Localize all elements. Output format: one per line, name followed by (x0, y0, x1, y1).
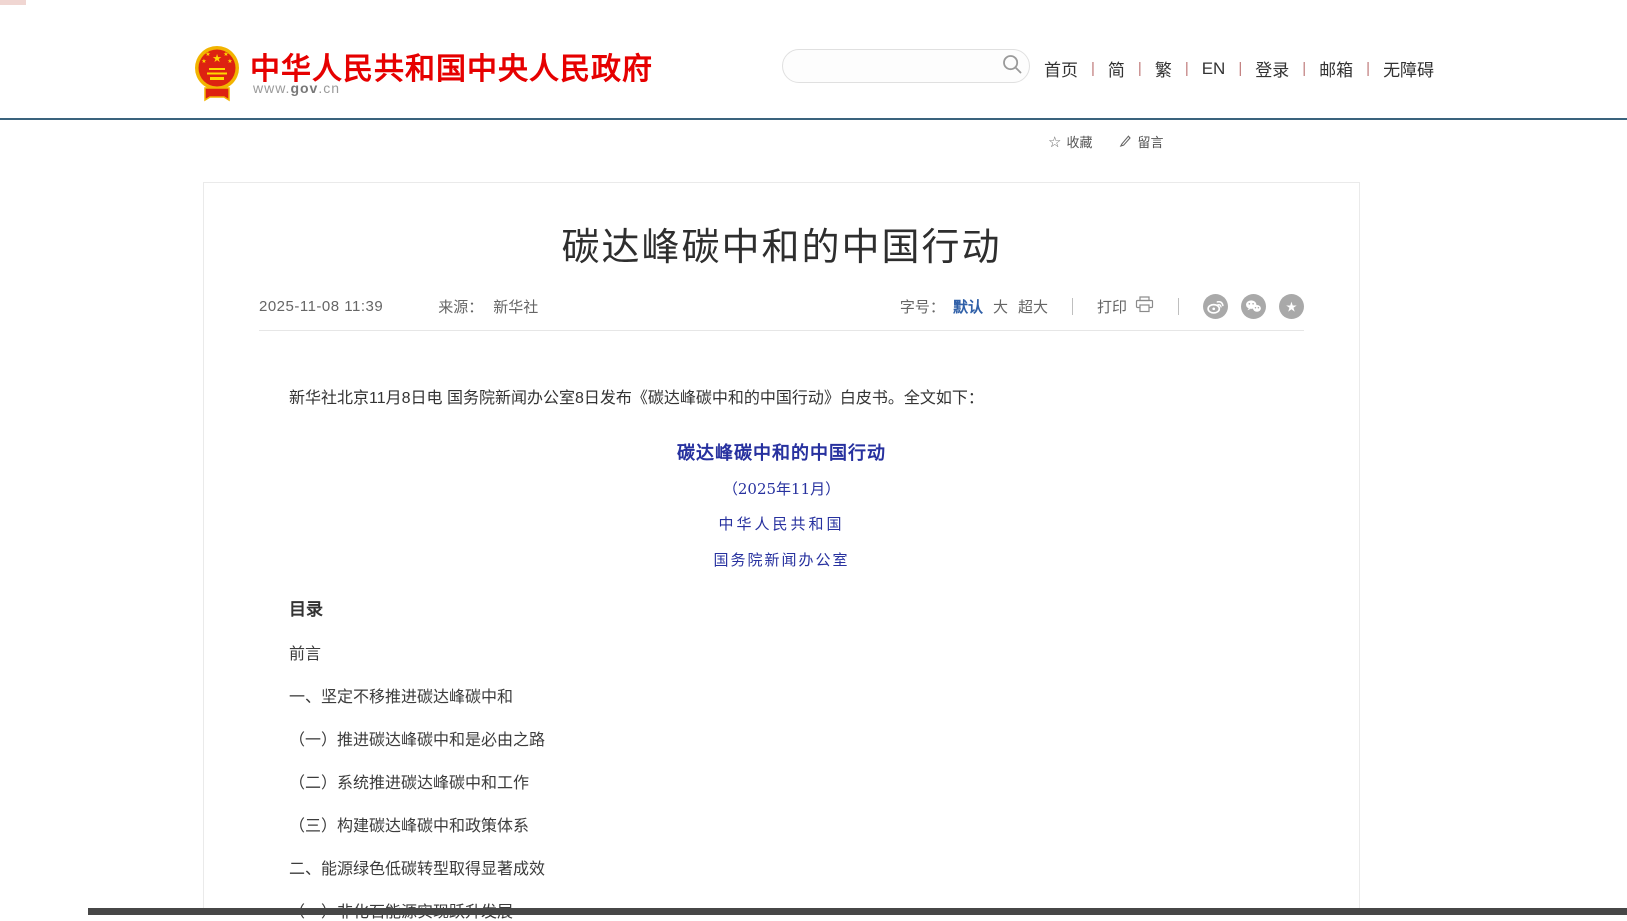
meta-separator (1072, 298, 1073, 315)
search-icon (1002, 54, 1023, 78)
nav-separator: | (1091, 60, 1095, 77)
doc-title: 碳达峰碳中和的中国行动 (259, 439, 1304, 465)
header-divider-line (0, 118, 1627, 120)
article-meta-row: 2025-11-08 11:39 来源： 新华社 字号： 默认 大 超大 打印 (259, 283, 1304, 331)
svg-text:★: ★ (205, 51, 210, 58)
site-url-domain: gov (290, 80, 318, 96)
national-emblem-logo: ★ ★ ★ ★ ★ (193, 42, 241, 104)
star-outline-icon: ☆ (1048, 133, 1061, 151)
toc-item: （二）系统推进碳达峰碳中和工作 (289, 776, 1274, 792)
doc-date: （2025年11月） (259, 478, 1304, 499)
print-button[interactable]: 打印 (1097, 296, 1154, 317)
favorite-label: 收藏 (1066, 132, 1092, 151)
toc-item: （一）推进碳达峰碳中和是必由之路 (289, 733, 1274, 749)
svg-text:★: ★ (201, 58, 206, 65)
svg-text:★: ★ (227, 58, 232, 65)
meta-separator (1178, 298, 1179, 315)
article-card: 碳达峰碳中和的中国行动 2025-11-08 11:39 来源： 新华社 字号：… (203, 182, 1360, 915)
site-url: www.gov.cn (253, 80, 340, 96)
toc-item: 前言 (289, 647, 1274, 663)
page-tools: ☆ 收藏 留言 (1048, 132, 1163, 151)
printer-icon (1135, 296, 1154, 317)
print-label: 打印 (1097, 296, 1127, 317)
nav-login[interactable]: 登录 (1242, 56, 1302, 81)
nav-traditional[interactable]: 繁 (1142, 56, 1185, 81)
bottom-section-edge (88, 908, 1627, 915)
search-box[interactable] (782, 49, 1030, 83)
search-button[interactable] (995, 49, 1029, 83)
svg-text:★: ★ (212, 53, 222, 65)
lead-paragraph: 新华社北京11月8日电 国务院新闻办公室8日发布《碳达峰碳中和的中国行动》白皮书… (289, 387, 1274, 411)
nav-mail[interactable]: 邮箱 (1306, 56, 1366, 81)
site-header: ★ ★ ★ ★ ★ 中华人民共和国中央人民政府 www.gov.cn 首页 | … (0, 0, 1627, 118)
meta-left: 2025-11-08 11:39 来源： 新华社 (259, 296, 538, 317)
article-title: 碳达峰碳中和的中国行动 (204, 216, 1359, 271)
site-url-suffix: .cn (318, 80, 340, 96)
toc-item: （三）构建碳达峰碳中和政策体系 (289, 819, 1274, 835)
message-button[interactable]: 留言 (1118, 132, 1163, 151)
site-url-prefix: www. (253, 80, 290, 96)
nav-home[interactable]: 首页 (1044, 56, 1091, 81)
fontsize-label: 字号： (900, 296, 945, 317)
message-label: 留言 (1137, 132, 1163, 151)
nav-separator: | (1366, 60, 1370, 77)
fontsize-xlarge-button[interactable]: 超大 (1018, 296, 1048, 317)
publish-date: 2025-11-08 11:39 (259, 298, 383, 315)
meta-right: 字号： 默认 大 超大 打印 (900, 294, 1304, 319)
search-input[interactable] (783, 50, 995, 82)
doc-org-line2: 国务院新闻办公室 (259, 549, 1304, 570)
nav-separator: | (1302, 60, 1306, 77)
star-share-icon[interactable]: ★ (1279, 294, 1304, 319)
svg-text:★: ★ (1285, 300, 1297, 315)
wechat-icon[interactable] (1241, 294, 1266, 319)
corner-artifact (0, 0, 26, 5)
nav-separator: | (1238, 60, 1242, 77)
nav-separator: | (1138, 60, 1142, 77)
fontsize-default-button[interactable]: 默认 (953, 296, 983, 317)
fontsize-large-button[interactable]: 大 (993, 296, 1008, 317)
source-label: 来源： (438, 296, 483, 317)
nav-separator: | (1185, 60, 1189, 77)
nav-english[interactable]: EN (1189, 59, 1239, 79)
favorite-button[interactable]: ☆ 收藏 (1048, 132, 1092, 151)
toc-item: 二、能源绿色低碳转型取得显著成效 (289, 862, 1274, 878)
nav-accessibility[interactable]: 无障碍 (1370, 56, 1447, 81)
source-value: 新华社 (493, 296, 538, 317)
toc-item: 一、坚定不移推进碳达峰碳中和 (289, 690, 1274, 706)
top-nav: 首页 | 简 | 繁 | EN | 登录 | 邮箱 | 无障碍 (1044, 56, 1447, 81)
article-body: 新华社北京11月8日电 国务院新闻办公室8日发布《碳达峰碳中和的中国行动》白皮书… (259, 331, 1304, 921)
toc-heading: 目录 (289, 595, 1274, 620)
doc-org-line1: 中华人民共和国 (259, 513, 1304, 534)
weibo-icon[interactable] (1203, 294, 1228, 319)
pencil-icon (1118, 133, 1132, 150)
share-icons: ★ (1203, 294, 1304, 319)
nav-simplified[interactable]: 简 (1095, 56, 1138, 81)
svg-text:★: ★ (223, 51, 228, 58)
